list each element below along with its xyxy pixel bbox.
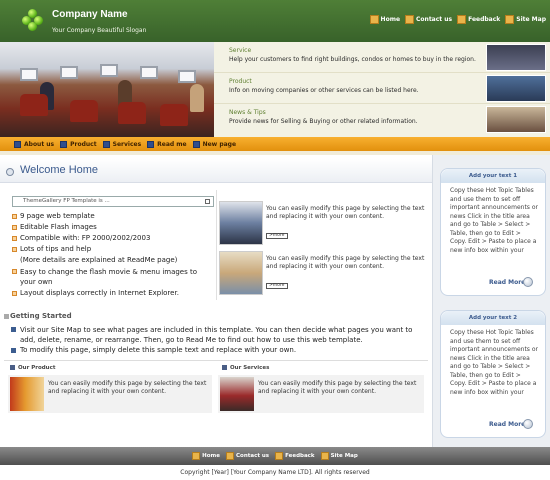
sidebar-box-title: Add your text 1 xyxy=(441,169,545,183)
banner-product-image xyxy=(486,75,546,102)
nav-product[interactable]: Product xyxy=(60,140,97,148)
column-divider xyxy=(216,190,217,300)
our-product-heading: Our Product xyxy=(18,365,56,371)
footer-nav: Home Contact us Feedback Site Map xyxy=(0,447,550,465)
services-card: You can easily modify this page by selec… xyxy=(218,375,424,413)
contact-icon xyxy=(226,452,234,460)
footer-nav-feedback[interactable]: Feedback xyxy=(275,452,315,460)
nav-bullet-icon xyxy=(147,140,155,148)
contact-icon xyxy=(405,15,415,24)
sidebar-box-text: Copy these Hot Topic Tables and use them… xyxy=(450,187,538,254)
bullet-icon xyxy=(12,236,17,241)
top-nav-feedback[interactable]: Feedback xyxy=(457,15,500,24)
feature-item: Layout displays correctly in Internet Ex… xyxy=(12,289,179,297)
getting-started-text: Visit our Site Map to see what pages are… xyxy=(20,326,413,344)
feature-item: 9 page web template xyxy=(12,212,95,220)
read-more-link[interactable]: Read More xyxy=(489,421,525,428)
read-more-link[interactable]: Read More xyxy=(489,279,525,286)
header: Company Name Your Company Beautiful Slog… xyxy=(0,0,550,42)
footer-nav-contact[interactable]: Contact us xyxy=(226,452,269,460)
feedback-icon xyxy=(457,15,467,24)
top-nav-contact[interactable]: Contact us xyxy=(405,15,452,24)
our-services-heading: Our Services xyxy=(230,365,270,371)
divider xyxy=(4,360,428,361)
banner-row-news: News & Tips Provide news for Selling & B… xyxy=(214,104,550,135)
promo-image xyxy=(219,251,263,295)
nav-read-me[interactable]: Read me xyxy=(147,140,187,148)
nav-bullet-icon xyxy=(60,140,68,148)
nav-new-page[interactable]: New page xyxy=(192,140,236,148)
banner-row-product: Product Info on moving companies or othe… xyxy=(214,73,550,104)
section-icon xyxy=(10,365,15,370)
nav-services[interactable]: Services xyxy=(102,140,141,148)
company-logo-icon[interactable] xyxy=(22,9,44,31)
page-title: Welcome Home xyxy=(20,164,99,176)
computer-lab-photo xyxy=(0,42,214,137)
main-content: Welcome Home ThemeGallery FP Template is… xyxy=(0,155,432,447)
top-nav-sitemap[interactable]: Site Map xyxy=(505,15,546,24)
product-card: You can easily modify this page by selec… xyxy=(8,375,212,413)
footer-nav-home[interactable]: Home xyxy=(192,452,220,460)
main-nav: About us Product Services Read me New pa… xyxy=(0,137,550,151)
bullet-icon xyxy=(12,269,17,274)
sitemap-icon xyxy=(320,452,329,460)
welcome-bar: Welcome Home xyxy=(0,159,432,183)
nav-bullet-icon xyxy=(192,140,200,148)
banner-news-image xyxy=(486,106,546,133)
feature-item: Lots of tips and help xyxy=(12,245,91,253)
sidebar: Add your text 1 Copy these Hot Topic Tab… xyxy=(432,155,550,447)
services-image xyxy=(220,377,254,411)
nav-bullet-icon xyxy=(102,140,110,148)
bullet-icon xyxy=(12,247,17,252)
footer-nav-sitemap[interactable]: Site Map xyxy=(320,452,358,460)
arrow-right-icon[interactable] xyxy=(523,419,533,429)
bullet-icon xyxy=(12,225,17,230)
more-button[interactable]: >more xyxy=(266,233,288,239)
home-icon xyxy=(192,452,201,460)
template-select[interactable]: ThemeGallery FP Template is ... xyxy=(12,196,214,207)
sidebar-box-2: Add your text 2 Copy these Hot Topic Tab… xyxy=(440,310,546,438)
banner-row-service: Service Help your customers to find righ… xyxy=(214,42,550,73)
nav-about-us[interactable]: About us xyxy=(14,140,54,148)
top-nav: Home Contact us Feedback Site Map xyxy=(369,15,546,24)
feature-note: (More details are explained at ReadMe pa… xyxy=(20,256,178,264)
bullet-icon xyxy=(11,327,16,332)
arrow-right-icon[interactable] xyxy=(523,277,533,287)
sidebar-box-title: Add your text 2 xyxy=(441,311,545,325)
company-name: Company Name xyxy=(52,9,128,20)
sidebar-box-1: Add your text 1 Copy these Hot Topic Tab… xyxy=(440,168,546,296)
more-button[interactable]: >more xyxy=(266,283,288,289)
close-icon[interactable] xyxy=(205,199,210,204)
promo-image xyxy=(219,201,263,245)
getting-started-note: To modify this page, simply delete this … xyxy=(20,346,297,354)
feature-item: Compatible with: FP 2000/2002/2003 xyxy=(12,234,150,242)
section-icon xyxy=(222,365,227,370)
sitemap-icon xyxy=(505,15,515,24)
copyright: Copyright [Year] [Your Company Name LTD]… xyxy=(180,469,370,476)
feature-item: Easy to change the flash movie & menu im… xyxy=(12,267,212,287)
bullet-icon xyxy=(12,214,17,219)
bullet-icon xyxy=(12,291,17,296)
banner-service-image xyxy=(486,44,546,71)
getting-started-title: Getting Started xyxy=(10,312,72,320)
banner: Service Help your customers to find righ… xyxy=(0,42,550,137)
company-slogan: Your Company Beautiful Slogan xyxy=(52,27,147,34)
product-image xyxy=(10,377,44,411)
home-icon xyxy=(369,15,379,24)
top-nav-home[interactable]: Home xyxy=(369,15,400,24)
sidebar-box-text: Copy these Hot Topic Tables and use them… xyxy=(450,329,538,396)
feedback-icon xyxy=(275,452,284,460)
bullet-icon xyxy=(11,348,16,353)
chevron-down-icon[interactable] xyxy=(6,168,14,176)
nav-bullet-icon xyxy=(14,140,21,148)
feature-item: Editable Flash images xyxy=(12,223,97,231)
section-icon xyxy=(4,314,9,319)
